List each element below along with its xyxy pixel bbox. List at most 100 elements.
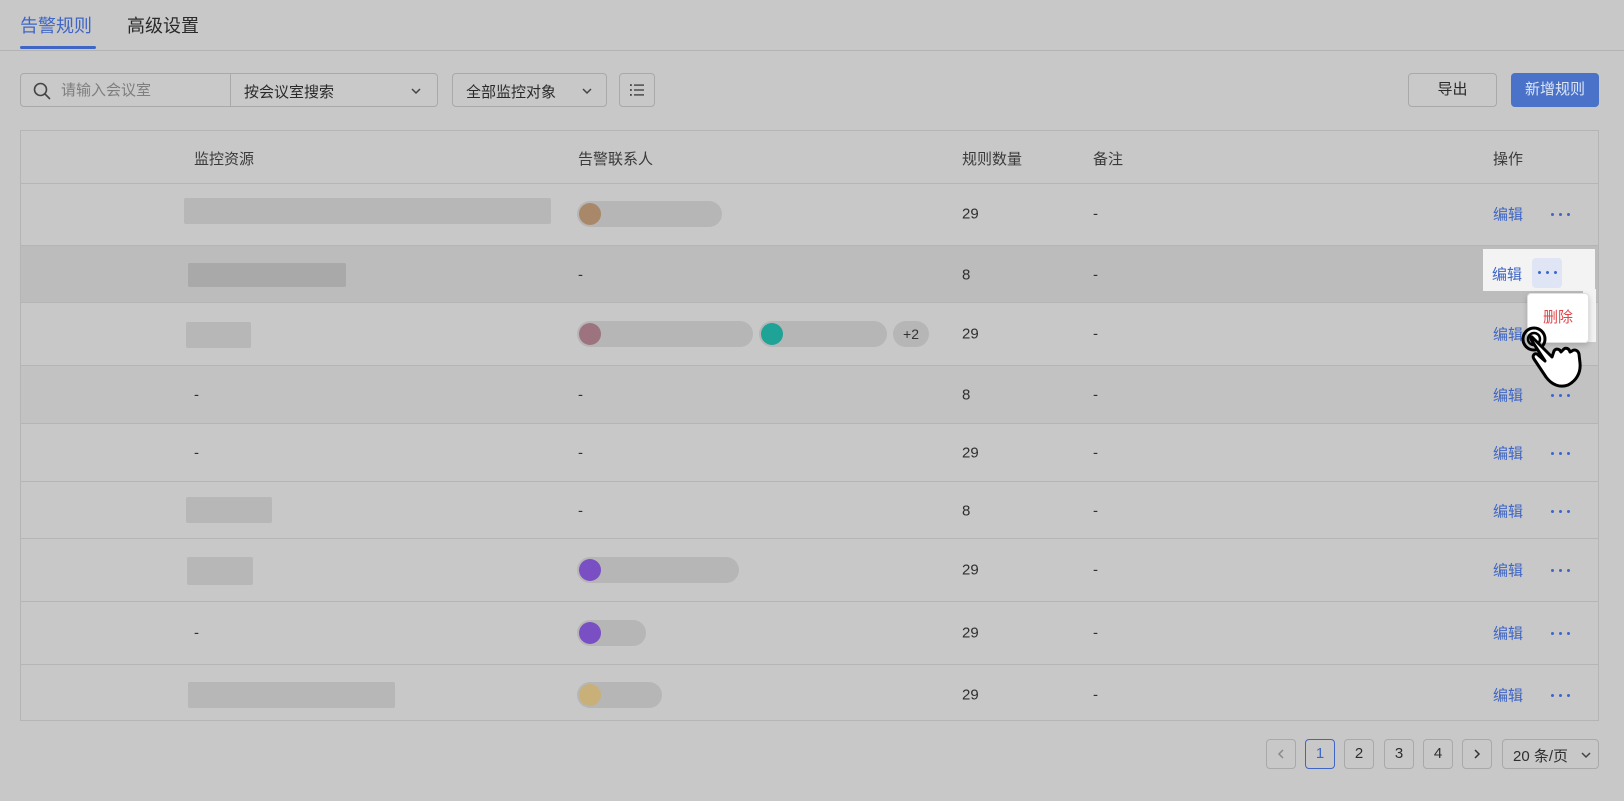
edit-link[interactable]: 编辑 xyxy=(1493,685,1523,706)
export-button[interactable]: 导出 xyxy=(1408,73,1497,107)
note: - xyxy=(1093,624,1098,642)
more-icon[interactable] xyxy=(1547,204,1575,224)
rule-count: 8 xyxy=(962,502,971,520)
column-settings-button[interactable] xyxy=(619,73,655,107)
table-header: 监控资源 告警联系人 规则数量 备注 操作 xyxy=(21,131,1598,184)
edit-link[interactable]: 编辑 xyxy=(1493,560,1523,581)
more-icon[interactable] xyxy=(1547,623,1575,643)
note: - xyxy=(1093,502,1098,520)
page-button-4[interactable]: 4 xyxy=(1423,739,1453,769)
prev-page-button[interactable] xyxy=(1266,739,1296,769)
search-icon xyxy=(33,82,51,100)
avatar xyxy=(761,323,783,345)
rule-count: 29 xyxy=(962,686,979,704)
rule-count: 8 xyxy=(962,266,971,284)
rule-count: 29 xyxy=(962,444,979,462)
contacts-empty: - xyxy=(578,266,583,284)
table-row: +2 29 - 编辑 xyxy=(21,303,1598,366)
note: - xyxy=(1093,561,1098,579)
redacted-resource xyxy=(188,263,346,287)
note: - xyxy=(1093,386,1098,404)
edit-link[interactable]: 编辑 xyxy=(1493,501,1523,522)
tab-alert-rules[interactable]: 告警规则 xyxy=(20,12,92,38)
contacts-empty: - xyxy=(578,386,583,404)
avatar xyxy=(579,559,601,581)
contact-chip xyxy=(577,682,662,708)
note: - xyxy=(1093,686,1098,704)
table-row: - 8 - 编辑 xyxy=(21,482,1598,539)
edit-link[interactable]: 编辑 xyxy=(1492,264,1522,285)
more-icon[interactable] xyxy=(1547,560,1575,580)
page-size-label: 20 条/页 xyxy=(1513,748,1569,765)
avatar xyxy=(579,622,601,644)
redacted-resource xyxy=(184,198,551,224)
target-filter-select[interactable]: 全部监控对象 xyxy=(452,73,607,107)
search-type-label: 按会议室搜索 xyxy=(244,84,335,101)
contact-chip xyxy=(759,321,887,347)
column-header-resource: 监控资源 xyxy=(194,151,255,168)
note: - xyxy=(1093,325,1098,343)
rule-count: 8 xyxy=(962,386,971,404)
tab-advanced-settings[interactable]: 高级设置 xyxy=(127,12,199,38)
edit-link[interactable]: 编辑 xyxy=(1493,204,1523,225)
table-row: - 29 - 编辑 xyxy=(21,602,1598,665)
active-tab-indicator xyxy=(20,46,96,49)
more-icon[interactable] xyxy=(1547,685,1575,705)
rule-count: 29 xyxy=(962,325,979,343)
next-page-button[interactable] xyxy=(1462,739,1492,769)
note: - xyxy=(1093,205,1098,223)
note: - xyxy=(1093,444,1098,462)
more-button-active[interactable] xyxy=(1532,258,1562,288)
table-row: - 8 - xyxy=(21,246,1598,303)
chevron-down-icon xyxy=(411,88,421,95)
page-button-2[interactable]: 2 xyxy=(1344,739,1374,769)
redacted-resource xyxy=(188,682,395,708)
search-group: 按会议室搜索 xyxy=(20,73,438,107)
rules-table: 监控资源 告警联系人 规则数量 备注 操作 29 - 编辑 - 8 - +2 2… xyxy=(20,130,1599,721)
table-row: - - 8 - 编辑 xyxy=(21,366,1598,424)
note: - xyxy=(1093,266,1098,284)
table-row: 29 - 编辑 xyxy=(21,539,1598,602)
redacted-resource xyxy=(187,557,253,585)
rule-count: 29 xyxy=(962,561,979,579)
contact-chip xyxy=(577,620,646,646)
contact-chip xyxy=(577,201,722,227)
column-header-note: 备注 xyxy=(1093,151,1124,168)
contact-chip xyxy=(577,557,739,583)
column-header-contacts: 告警联系人 xyxy=(578,151,654,168)
table-row: 29 - 编辑 xyxy=(21,183,1598,246)
table-row: 29 - 编辑 xyxy=(21,665,1598,720)
resource: - xyxy=(194,386,199,404)
avatar xyxy=(579,323,601,345)
rule-count: 29 xyxy=(962,205,979,223)
more-contacts-badge[interactable]: +2 xyxy=(893,321,929,347)
resource: - xyxy=(194,624,199,642)
search-input[interactable] xyxy=(61,74,239,106)
avatar xyxy=(579,203,601,225)
edit-link[interactable]: 编辑 xyxy=(1493,623,1523,644)
page-button-1[interactable]: 1 xyxy=(1305,739,1335,769)
resource: - xyxy=(194,444,199,462)
add-rule-button[interactable]: 新增规则 xyxy=(1511,73,1599,107)
contact-chip xyxy=(577,321,753,347)
column-header-actions: 操作 xyxy=(1493,151,1524,168)
redacted-resource xyxy=(186,322,251,348)
column-header-rule-count: 规则数量 xyxy=(962,151,1023,168)
hand-pointer-icon xyxy=(1521,326,1582,388)
search-type-select[interactable]: 按会议室搜索 xyxy=(231,74,437,106)
contacts-empty: - xyxy=(578,444,583,462)
more-icon[interactable] xyxy=(1547,501,1575,521)
page-size-select[interactable]: 20 条/页 xyxy=(1502,739,1599,769)
table-row: - - 29 - 编辑 xyxy=(21,424,1598,482)
rule-count: 29 xyxy=(962,624,979,642)
chevron-left-icon xyxy=(1277,749,1284,759)
list-icon xyxy=(630,84,644,96)
edit-link[interactable]: 编辑 xyxy=(1493,443,1523,464)
chevron-down-icon xyxy=(1581,752,1591,759)
avatar xyxy=(579,684,601,706)
more-icon[interactable] xyxy=(1547,443,1575,463)
redacted-resource xyxy=(186,497,272,523)
chevron-down-icon xyxy=(582,88,592,95)
page-button-3[interactable]: 3 xyxy=(1384,739,1414,769)
contacts-empty: - xyxy=(578,502,583,520)
